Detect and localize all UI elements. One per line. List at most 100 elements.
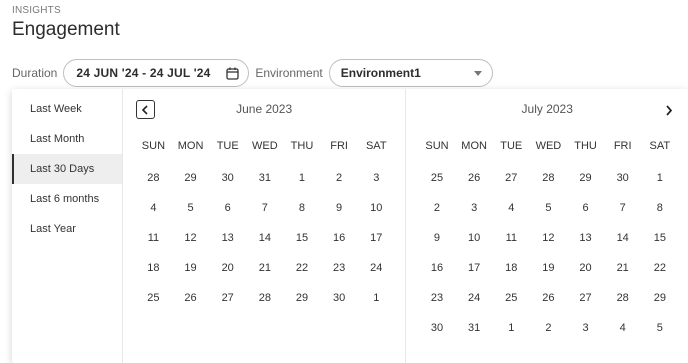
month-panel-july: July 2023 SUN MON TUE WED THU FRI SAT 25 26 27 28 2… — [405, 89, 688, 363]
day-cell[interactable]: 16 — [418, 257, 455, 287]
day-cell[interactable]: 27 — [493, 167, 530, 197]
weekday-header: MON — [177, 140, 204, 152]
weekday-header: TUE — [500, 140, 523, 152]
date-range-value: 24 JUN '24 - 24 JUL '24 — [76, 66, 211, 80]
calendar-icon[interactable] — [225, 66, 239, 80]
day-cell[interactable]: 29 — [567, 167, 604, 197]
day-cell[interactable]: 30 — [321, 287, 358, 317]
day-cell[interactable]: 10 — [456, 227, 493, 257]
day-cell[interactable]: 19 — [530, 257, 567, 287]
day-cell[interactable]: 6 — [567, 197, 604, 227]
filter-bar: Duration 24 JUN '24 - 24 JUL '24 Environ… — [12, 59, 493, 87]
day-cell[interactable]: 24 — [358, 257, 395, 287]
day-cell[interactable]: 2 — [530, 317, 567, 347]
date-range-input[interactable]: 24 JUN '24 - 24 JUL '24 — [63, 59, 250, 87]
day-cell[interactable]: 27 — [567, 287, 604, 317]
day-cell[interactable]: 5 — [530, 197, 567, 227]
day-cell[interactable]: 2 — [321, 167, 358, 197]
day-cell[interactable]: 30 — [604, 167, 641, 197]
day-cell[interactable]: 27 — [209, 287, 246, 317]
weekday-header: THU — [574, 140, 597, 152]
day-cell[interactable]: 7 — [246, 197, 283, 227]
day-cell[interactable]: 31 — [246, 167, 283, 197]
day-cell[interactable]: 20 — [567, 257, 604, 287]
day-cell[interactable]: 3 — [358, 167, 395, 197]
day-cell[interactable]: 1 — [283, 167, 320, 197]
preset-last-year[interactable]: Last Year — [12, 214, 122, 244]
day-cell[interactable]: 20 — [209, 257, 246, 287]
day-cell[interactable]: 12 — [172, 227, 209, 257]
day-cell[interactable]: 26 — [530, 287, 567, 317]
day-cell[interactable]: 9 — [418, 227, 455, 257]
day-cell[interactable]: 28 — [604, 287, 641, 317]
day-cell[interactable]: 1 — [641, 167, 678, 197]
day-cell[interactable]: 19 — [172, 257, 209, 287]
day-cell[interactable]: 26 — [456, 167, 493, 197]
breadcrumb: INSIGHTS — [12, 5, 61, 16]
day-cell[interactable]: 17 — [358, 227, 395, 257]
day-cell[interactable]: 5 — [172, 197, 209, 227]
day-cell[interactable]: 21 — [246, 257, 283, 287]
day-cell[interactable]: 11 — [135, 227, 172, 257]
day-cell[interactable]: 2 — [418, 197, 455, 227]
day-cell[interactable]: 10 — [358, 197, 395, 227]
weekday-header: WED — [252, 140, 278, 152]
day-cell[interactable]: 29 — [172, 167, 209, 197]
day-cell[interactable]: 25 — [493, 287, 530, 317]
day-cell[interactable]: 8 — [641, 197, 678, 227]
preset-list: Last Week Last Month Last 30 Days Last 6 mo… — [12, 89, 123, 363]
day-cell[interactable]: 30 — [209, 167, 246, 197]
day-cell[interactable]: 30 — [418, 317, 455, 347]
day-cell[interactable]: 4 — [135, 197, 172, 227]
preset-last-month[interactable]: Last Month — [12, 124, 122, 154]
day-cell[interactable]: 5 — [641, 317, 678, 347]
day-cell[interactable]: 24 — [456, 287, 493, 317]
day-cell[interactable]: 9 — [321, 197, 358, 227]
day-cell[interactable]: 29 — [283, 287, 320, 317]
day-cell[interactable]: 25 — [418, 167, 455, 197]
day-cell[interactable]: 1 — [358, 287, 395, 317]
day-cell[interactable]: 23 — [418, 287, 455, 317]
weekday-header: FRI — [613, 140, 632, 152]
day-cell[interactable]: 23 — [321, 257, 358, 287]
preset-last-week[interactable]: Last Week — [12, 94, 122, 124]
calendar-grid: SUN MON TUE WED THU FRI SAT 28 29 30 31 1 2 3 4 5 6 7 8 9 10… — [135, 137, 395, 317]
day-cell[interactable]: 3 — [567, 317, 604, 347]
day-cell[interactable]: 3 — [456, 197, 493, 227]
weekday-header: SUN — [425, 140, 449, 152]
day-cell[interactable]: 15 — [283, 227, 320, 257]
day-cell[interactable]: 28 — [246, 287, 283, 317]
day-cell[interactable]: 17 — [456, 257, 493, 287]
environment-select[interactable]: Environment1 — [328, 59, 493, 87]
day-cell[interactable]: 31 — [456, 317, 493, 347]
day-cell[interactable]: 25 — [135, 287, 172, 317]
day-cell[interactable]: 28 — [530, 167, 567, 197]
day-cell[interactable]: 7 — [604, 197, 641, 227]
day-cell[interactable]: 13 — [209, 227, 246, 257]
day-cell[interactable]: 8 — [283, 197, 320, 227]
day-cell[interactable]: 1 — [493, 317, 530, 347]
day-cell[interactable]: 13 — [567, 227, 604, 257]
day-cell[interactable]: 11 — [493, 227, 530, 257]
preset-last-6-months[interactable]: Last 6 months — [12, 184, 122, 214]
day-cell[interactable]: 4 — [604, 317, 641, 347]
day-cell[interactable]: 18 — [493, 257, 530, 287]
day-cell[interactable]: 29 — [641, 287, 678, 317]
weekday-header: SAT — [365, 140, 387, 152]
day-cell[interactable]: 4 — [493, 197, 530, 227]
weekday-header: SAT — [649, 140, 671, 152]
day-cell[interactable]: 14 — [246, 227, 283, 257]
preset-last-30-days[interactable]: Last 30 Days — [12, 154, 122, 184]
day-cell[interactable]: 16 — [321, 227, 358, 257]
chevron-right-icon[interactable] — [662, 102, 676, 118]
day-cell[interactable]: 28 — [135, 167, 172, 197]
day-cell[interactable]: 14 — [604, 227, 641, 257]
day-cell[interactable]: 22 — [283, 257, 320, 287]
day-cell[interactable]: 22 — [641, 257, 678, 287]
day-cell[interactable]: 15 — [641, 227, 678, 257]
day-cell[interactable]: 18 — [135, 257, 172, 287]
day-cell[interactable]: 26 — [172, 287, 209, 317]
day-cell[interactable]: 12 — [530, 227, 567, 257]
day-cell[interactable]: 6 — [209, 197, 246, 227]
day-cell[interactable]: 21 — [604, 257, 641, 287]
